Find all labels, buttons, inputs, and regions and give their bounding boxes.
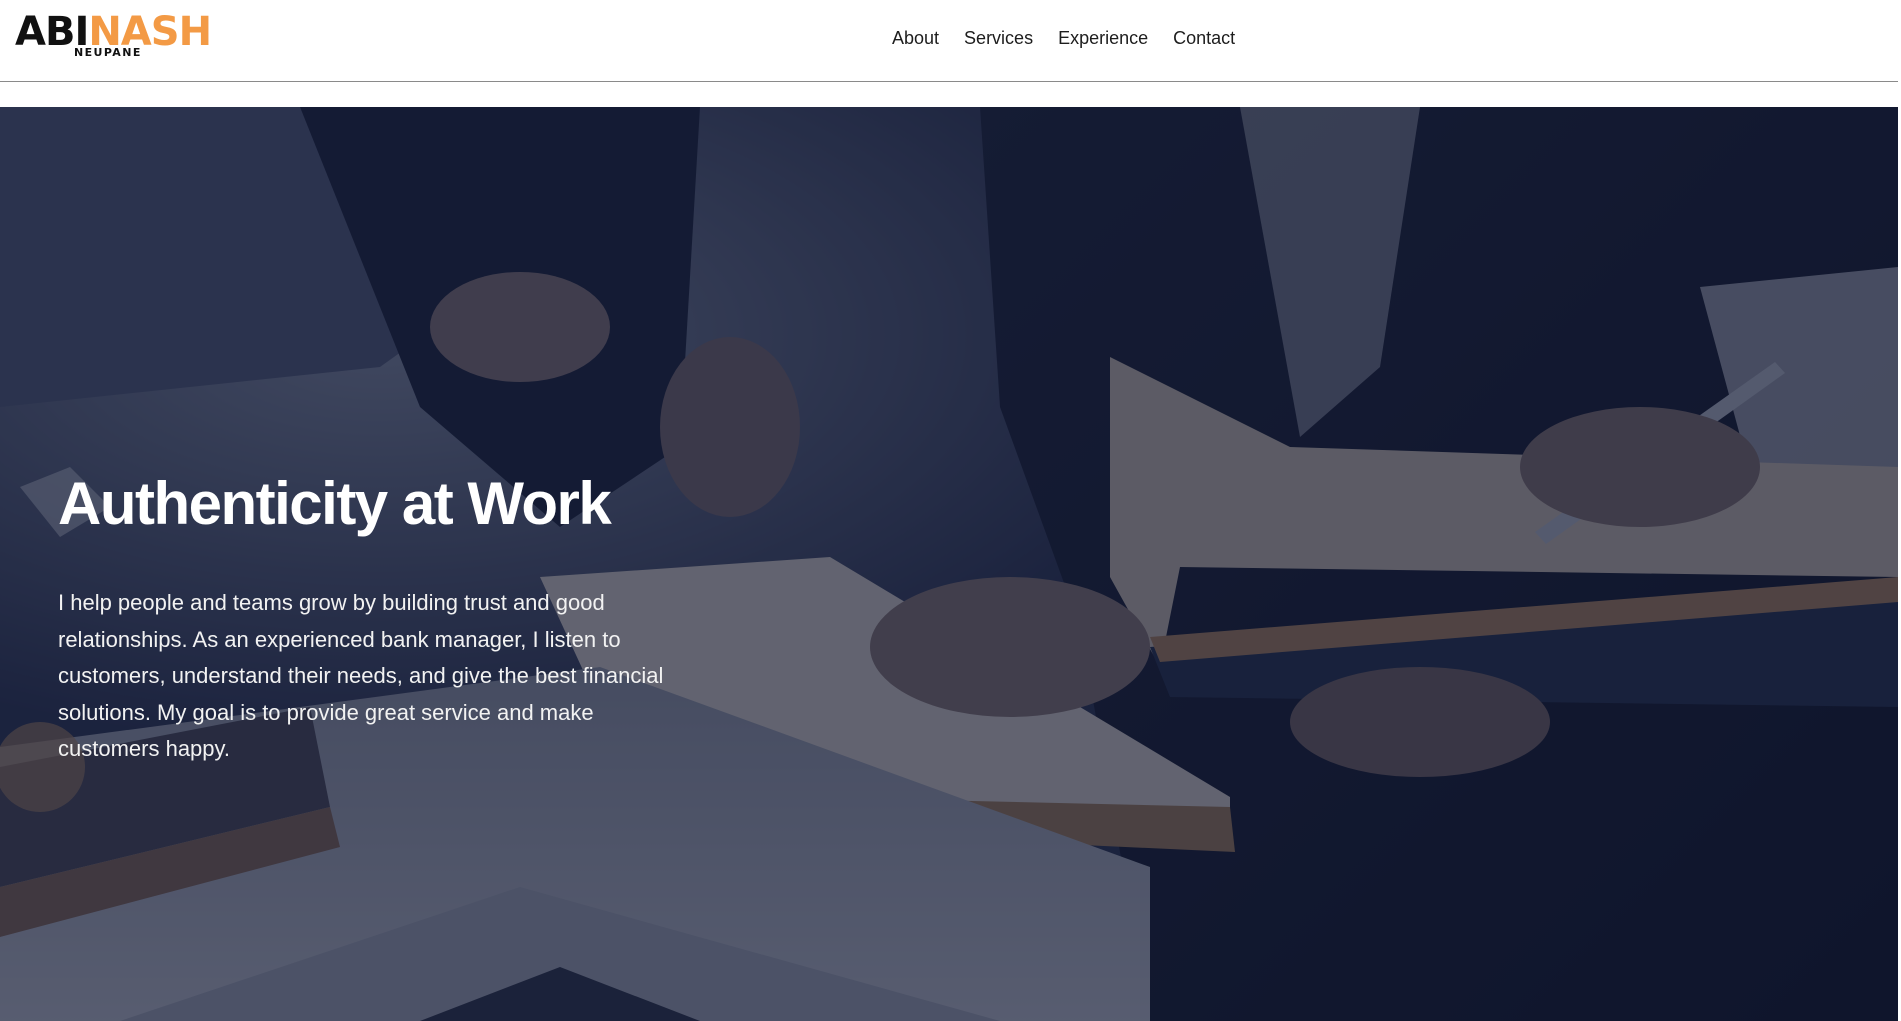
nav-link-contact[interactable]: Contact bbox=[1173, 24, 1235, 52]
logo-subtitle: NEUPANE bbox=[74, 46, 142, 59]
page: ABINASH NEUPANE About Services Experienc… bbox=[0, 0, 1901, 1021]
hero-content: Authenticity at Work I help people and t… bbox=[58, 469, 698, 768]
hero-title: Authenticity at Work bbox=[58, 470, 612, 537]
brand-logo[interactable]: ABINASH NEUPANE bbox=[15, 9, 212, 61]
hero-section: Authenticity at Work I help people and t… bbox=[0, 107, 1898, 1021]
nav-link-experience[interactable]: Experience bbox=[1058, 24, 1148, 52]
hero-description: I help people and teams grow by building… bbox=[58, 590, 664, 761]
site-header: ABINASH NEUPANE About Services Experienc… bbox=[0, 0, 1898, 82]
nav-link-about[interactable]: About bbox=[892, 24, 939, 52]
nav-link-services[interactable]: Services bbox=[964, 24, 1033, 52]
main-nav: About Services Experience Contact bbox=[892, 24, 1260, 52]
header-spacer bbox=[0, 82, 1898, 107]
